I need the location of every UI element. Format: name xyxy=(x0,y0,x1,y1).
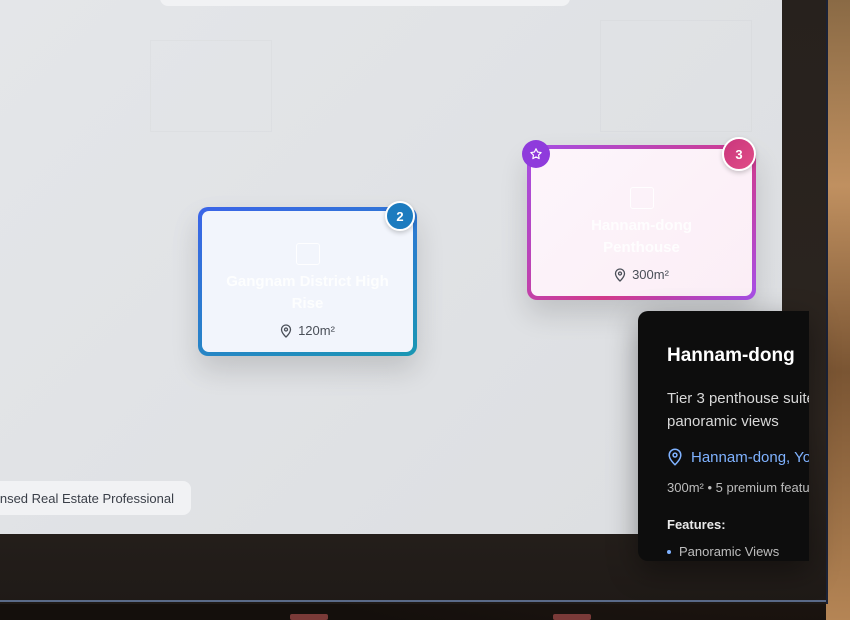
features-heading: Features: xyxy=(667,517,726,532)
search-bar[interactable] xyxy=(160,0,570,6)
feature-label: Panoramic Views xyxy=(679,544,780,559)
taskbar-item[interactable] xyxy=(290,614,328,620)
building-icon xyxy=(629,187,654,209)
property-card-2[interactable]: Gangnam District High Rise 120m² xyxy=(198,207,417,356)
feature-item: Panoramic Views xyxy=(667,544,779,559)
panel-description: Tier 3 penthouse suite with panoramic vi… xyxy=(667,390,809,430)
building-icon xyxy=(295,243,320,265)
taskbar-item[interactable] xyxy=(553,614,591,620)
bullet-icon xyxy=(667,549,671,554)
area-value: 120m² xyxy=(298,323,335,338)
property-title: Hannam-dong Penthouse xyxy=(591,217,692,256)
featured-star-badge xyxy=(522,140,550,168)
property-area: 300m² xyxy=(614,267,669,282)
rank-badge: 2 xyxy=(385,201,415,231)
property-area: 120m² xyxy=(280,323,335,338)
desk-edge xyxy=(826,0,850,620)
star-icon xyxy=(530,148,542,160)
panel-title: Hannam-dong xyxy=(667,345,795,366)
property-card-3[interactable]: Hannam-dong Penthouse 300m² xyxy=(527,145,756,300)
license-label: Licensed Real Estate Professional xyxy=(0,481,191,515)
background-tile xyxy=(600,20,752,132)
panel-location-text: Hannam-dong, Yongsan xyxy=(691,448,809,466)
property-detail-panel: Hannam-dong Tier 3 penthouse suite with … xyxy=(638,311,809,561)
property-title: Gangnam District High Rise xyxy=(226,273,389,312)
area-value: 300m² xyxy=(632,267,669,282)
background-tile xyxy=(150,40,272,132)
panel-location[interactable]: Hannam-dong, Yongsan xyxy=(667,448,809,466)
map-pin-icon xyxy=(668,448,682,466)
map-pin-icon xyxy=(614,267,626,282)
rank-badge: 3 xyxy=(722,137,756,171)
window-bottom-border xyxy=(0,600,826,602)
panel-meta: 300m² • 5 premium features xyxy=(667,480,809,495)
map-pin-icon xyxy=(280,323,292,338)
